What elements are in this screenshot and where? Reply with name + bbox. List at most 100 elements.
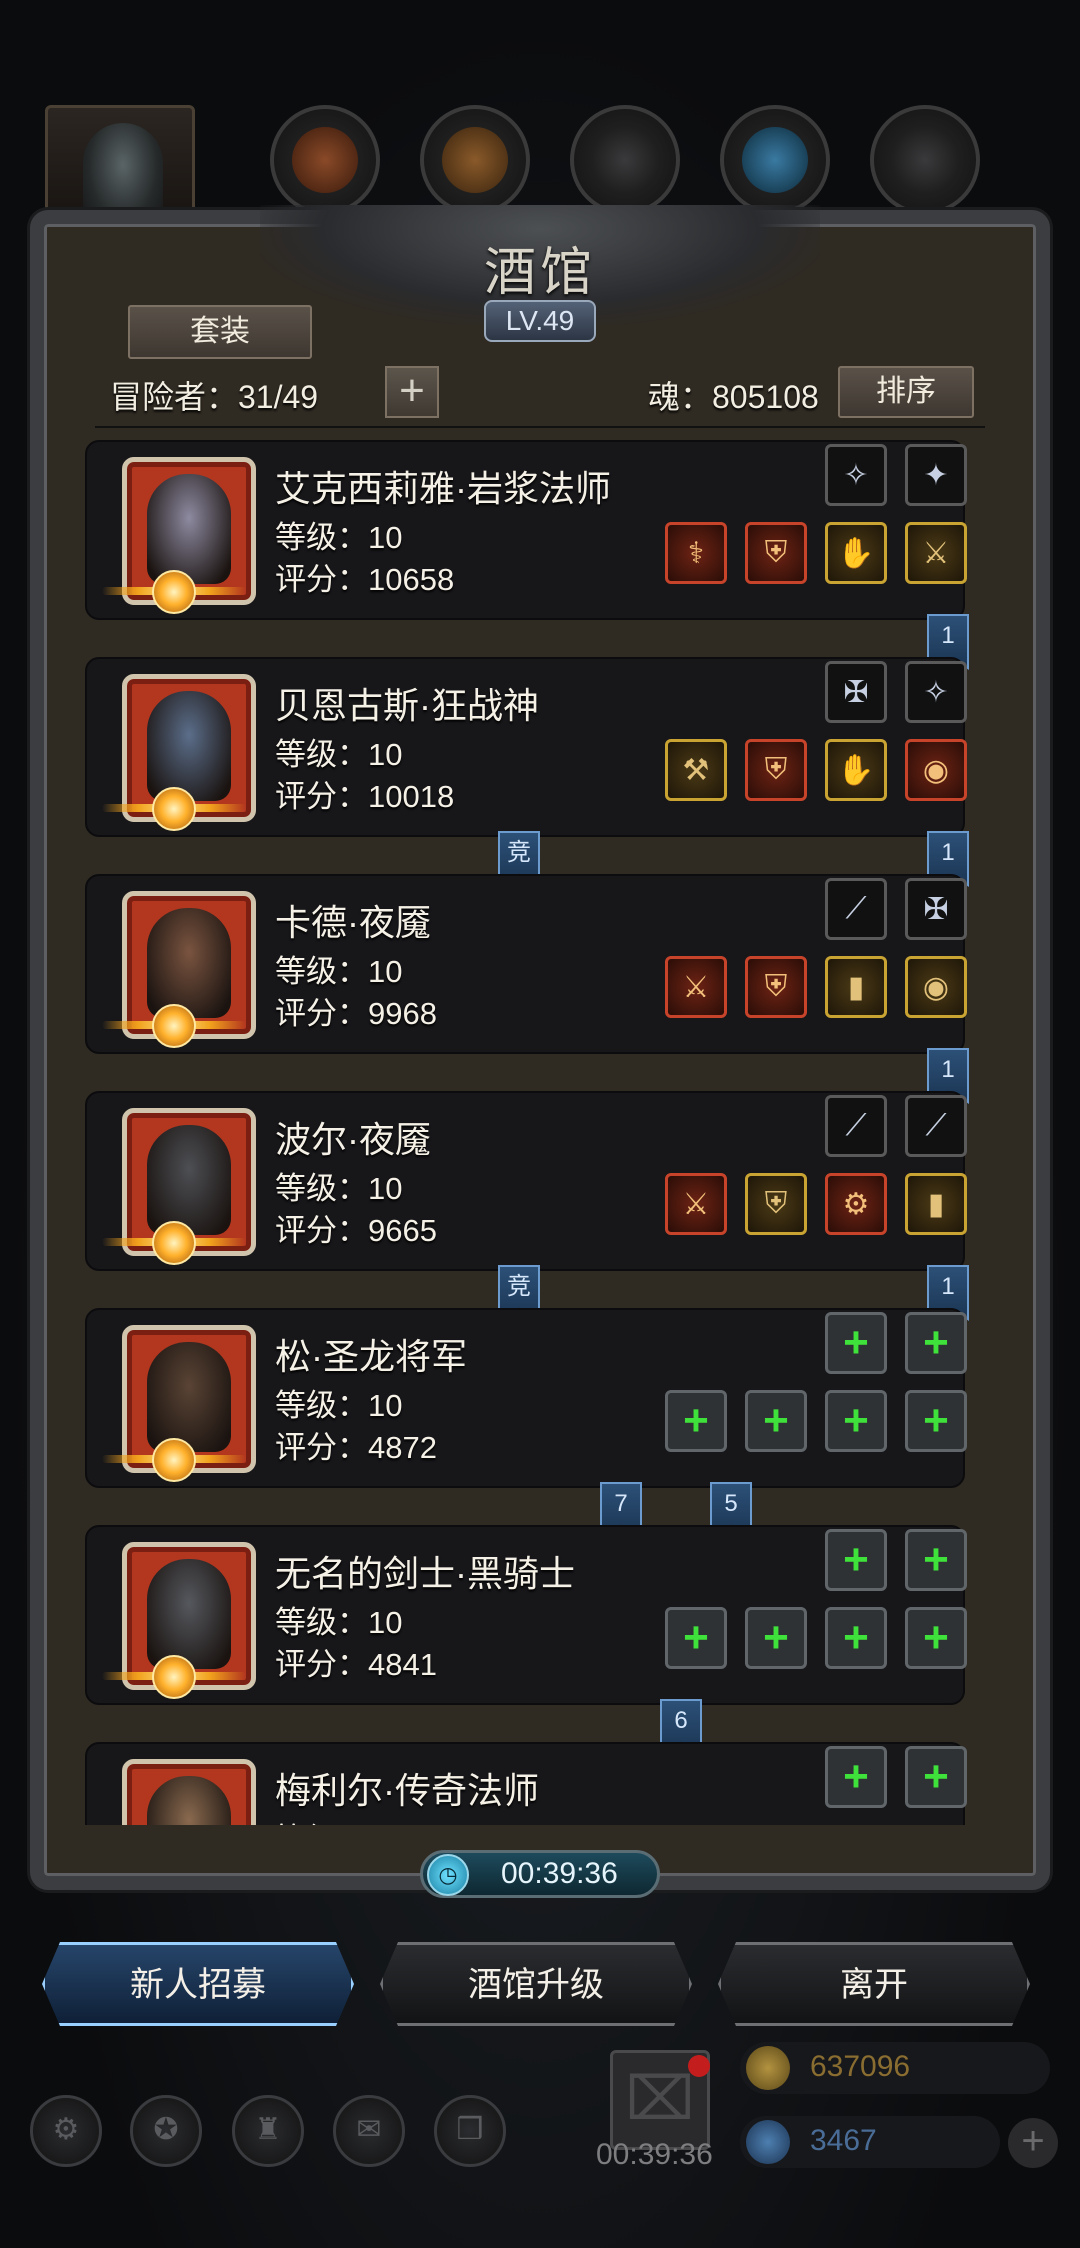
accessory-slot[interactable]: + (905, 1746, 967, 1808)
equipment-slot[interactable]: ◉ (905, 739, 967, 801)
recruit-button[interactable]: 新人招募 (42, 1942, 354, 2026)
equipment-slot[interactable]: ⚒ (665, 739, 727, 801)
hero-name: 松·圣龙将军 (275, 1336, 467, 1377)
hero-score: 评分：9968 (275, 996, 437, 1031)
hero-list[interactable]: 艾克西莉雅·岩浆法师 等级：10 评分：10658 ✧ ✦ ⚕ ⛨ ✋ ⚔ 1 贝恩古斯·狂战神 等级… (85, 440, 985, 1825)
rank-emblem-icon (152, 570, 196, 614)
equipment-slot[interactable]: + (905, 1607, 967, 1669)
equipment-slot[interactable]: + (665, 1390, 727, 1452)
accessory-slot[interactable]: ✧ (905, 661, 967, 723)
accessory-slot[interactable]: ⟋ (825, 878, 887, 940)
page-title: 酒馆 (483, 243, 596, 303)
wings-slot[interactable] (720, 105, 830, 215)
tavern-timer: ◷ 00:39:36 (420, 1850, 660, 1898)
upgrade-tavern-button[interactable]: 酒馆升级 (380, 1942, 692, 2026)
plus-icon: + (399, 366, 425, 415)
equipment-slot[interactable]: ◉ (905, 956, 967, 1018)
adventurer-count: 冒险者：31/49 (110, 379, 319, 415)
hero-score: 评分：4841 (275, 1647, 437, 1682)
accessory-slot[interactable]: + (905, 1529, 967, 1591)
ranking-icon[interactable]: ♜ (232, 2095, 304, 2167)
sort-button[interactable]: 排序 (838, 366, 974, 418)
equipment-slot[interactable]: + (825, 1607, 887, 1669)
hero-face (147, 908, 231, 1018)
hero-card[interactable]: 贝恩古斯·狂战神 等级：10 评分：10018 ✠ ✧ ⚒ ⛨ ✋ ◉ (85, 657, 967, 837)
equipment-slot[interactable]: ✋ (825, 522, 887, 584)
equipment-slot[interactable]: ⚔ (665, 1173, 727, 1235)
set-button[interactable]: 套装 (128, 305, 312, 359)
hero-name: 波尔·夜魇 (275, 1119, 431, 1160)
rank-emblem-icon (152, 1221, 196, 1265)
add-currency-button[interactable]: + (1008, 2118, 1058, 2168)
helmet-slot[interactable] (270, 105, 380, 215)
accessory-slot[interactable]: ⟋ (905, 1095, 967, 1157)
accessory-slot[interactable]: + (905, 1312, 967, 1374)
accessory-slot[interactable]: ✦ (905, 444, 967, 506)
equipment-slot[interactable]: ⚙ (825, 1173, 887, 1235)
add-slot-button[interactable]: + (385, 366, 439, 418)
accessory-slot[interactable]: ✠ (905, 878, 967, 940)
hero-card[interactable]: 艾克西莉雅·岩浆法师等级：10 评分：10658 ✧ ✦ ⚕ ⛨ ✋ ⚔ (85, 440, 967, 620)
equipment-slot[interactable]: ⚕ (665, 522, 727, 584)
accessory-slot[interactable]: + (825, 1746, 887, 1808)
gold-value: 637096 (810, 2050, 911, 2083)
gem-counter: 3467 (740, 2116, 1000, 2168)
hero-score: 评分：9665 (275, 1213, 437, 1248)
equipment-slot[interactable]: ⛨ (745, 522, 807, 584)
hero-name: 无名的剑士·黑骑士 (275, 1553, 575, 1594)
equipment-slot[interactable]: + (745, 1607, 807, 1669)
hero-card[interactable]: 无名的剑士·黑骑士等级：10 评分：4841 + + + + + + (85, 1525, 967, 1705)
equipment-slot[interactable]: ⛨ (745, 739, 807, 801)
accessory-slot[interactable]: + (825, 1312, 887, 1374)
equipment-slot[interactable]: ⚔ (665, 956, 727, 1018)
hero-portrait[interactable] (122, 1759, 256, 1825)
hero-level: 等级：10 (275, 520, 403, 555)
equipment-slot[interactable]: ⛨ (745, 956, 807, 1018)
gift-timer: 00:39:36 (596, 2138, 713, 2171)
accessory-slot[interactable]: ✧ (825, 444, 887, 506)
equipment-slot[interactable]: + (745, 1390, 807, 1452)
equipment-slot[interactable]: + (825, 1390, 887, 1452)
hero-card[interactable]: 卡德·夜魇 等级：10 评分：9968 ⟋ ✠ ⚔ ⛨ ▮ ◉ (85, 874, 967, 1054)
hero-name: 艾克西莉雅·岩浆法师 (275, 468, 611, 509)
timer-value: 00:39:36 (501, 1857, 618, 1890)
hero-face (147, 691, 231, 801)
clock-icon: ◷ (427, 1854, 469, 1896)
hero-name: 梅利尔·传奇法师 (275, 1770, 539, 1811)
hero-score: 评分：10018 (275, 779, 455, 814)
hero-level: 等级：10 (275, 1605, 403, 1640)
gem-icon (746, 2120, 790, 2164)
achievement-icon[interactable]: ✪ (130, 2095, 202, 2167)
accessory-slot[interactable]: + (825, 1529, 887, 1591)
gear-slot[interactable] (870, 105, 980, 215)
boots-slot[interactable] (570, 105, 680, 215)
equipment-slot[interactable]: ⚔ (905, 522, 967, 584)
cube-icon[interactable]: ❒ (434, 2095, 506, 2167)
gem-value: 3467 (810, 2124, 877, 2157)
gold-icon (746, 2046, 790, 2090)
hero-face (147, 1776, 231, 1825)
hero-face (147, 1559, 231, 1669)
rank-emblem-icon (152, 1438, 196, 1482)
accessory-slot[interactable]: ✠ (825, 661, 887, 723)
hero-level: 等级：10 (275, 1171, 403, 1206)
hero-card[interactable]: 松·圣龙将军 等级：10 评分：4872 + + + + + + (85, 1308, 967, 1488)
equipment-slot[interactable]: ✋ (825, 739, 887, 801)
equipment-slot[interactable]: ▮ (905, 1173, 967, 1235)
accessory-slot[interactable]: ⟋ (825, 1095, 887, 1157)
equipment-slot[interactable]: ▮ (825, 956, 887, 1018)
settings-icon[interactable]: ⚙ (30, 2095, 102, 2167)
leave-button[interactable]: 离开 (718, 1942, 1030, 2026)
armor-slot[interactable] (420, 105, 530, 215)
gold-counter: 637096 (740, 2042, 1050, 2094)
hero-level: 等级：10 (275, 1814, 402, 1825)
equipment-slot[interactable]: ⛨ (745, 1173, 807, 1235)
equipment-slot[interactable]: + (905, 1390, 967, 1452)
tavern-level-badge: LV.49 (484, 300, 596, 342)
hero-card[interactable]: 波尔·夜魇等级：10 评分：9665 ⟋ ⟋ ⚔ ⛨ ⚙ ▮ (85, 1091, 967, 1271)
equipment-slot[interactable]: + (665, 1607, 727, 1669)
mail-icon[interactable]: ✉ (333, 2095, 405, 2167)
hero-name: 贝恩古斯·狂战神 (275, 685, 539, 726)
hero-card[interactable]: 梅利尔·传奇法师等级：10 + + (85, 1742, 967, 1825)
hero-score: 评分：10658 (275, 562, 455, 597)
